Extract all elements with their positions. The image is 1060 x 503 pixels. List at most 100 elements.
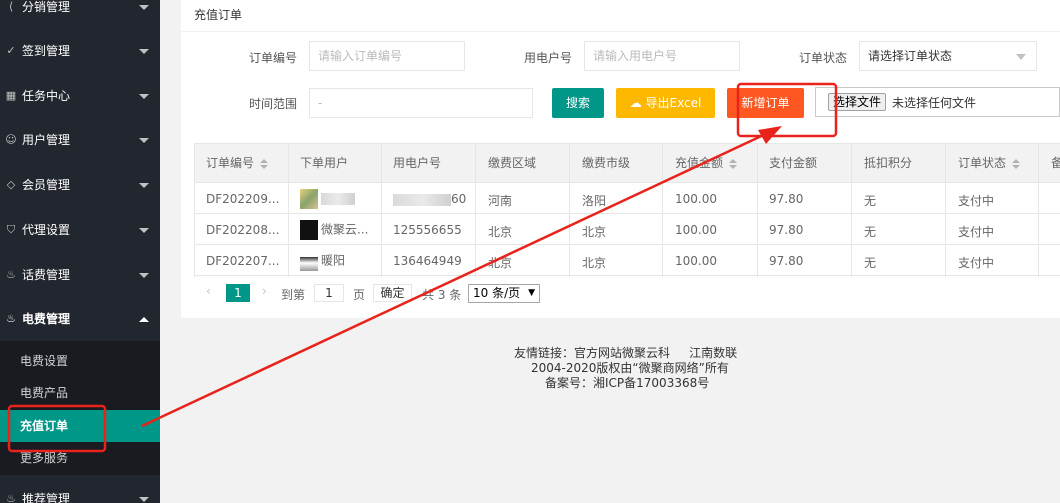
column-header-status[interactable]: 订单状态 (958, 154, 1021, 171)
avatar (300, 251, 318, 271)
search-button[interactable]: 搜索 (552, 88, 604, 118)
user-icon: ☺ (5, 133, 17, 146)
footer-copyright: 2004-2020版权由“微聚商网络”所有 (531, 361, 729, 375)
sort-icon[interactable] (729, 158, 738, 169)
panel-title: 充值订单 (181, 0, 1060, 32)
table-divider (945, 143, 946, 277)
cell-status: 支付中 (958, 225, 995, 239)
sidebar-subitem-electricity-products[interactable]: 电费产品 (0, 377, 160, 409)
next-page-icon[interactable]: › (262, 284, 267, 298)
sidebar-subitem-recharge-orders[interactable]: 充值订单 (0, 410, 160, 442)
sidebar-item-recommend[interactable]: ♨ 推荐管理 (0, 476, 160, 503)
status-select-value: 请选择订单状态 (868, 49, 953, 63)
sidebar-item-electricity[interactable]: ♨ 电费管理 (0, 296, 160, 341)
user-no-input[interactable]: 请输入用电户号 (584, 41, 740, 71)
fire-icon: ♨ (6, 312, 16, 325)
table-divider (1038, 143, 1039, 277)
column-header-paid: 支付金额 (769, 156, 818, 170)
status-select[interactable]: 请选择订单状态 (859, 41, 1037, 71)
user-no-label: 用电户号 (523, 51, 572, 65)
chevron-down-icon (139, 496, 149, 502)
order-no-input[interactable]: 请输入订单编号 (309, 41, 465, 71)
current-page[interactable]: 1 (226, 284, 250, 302)
column-header-user-no: 用电户号 (393, 156, 442, 170)
cell-user (300, 189, 355, 209)
time-range-input[interactable]: - (309, 88, 533, 118)
goto-suffix: 页 (353, 288, 366, 302)
cell-recharge: 100.00 (675, 254, 717, 268)
export-excel-button[interactable]: ☁ 导出Excel (616, 88, 715, 118)
cell-order-no: DF202208... (206, 223, 280, 237)
avatar (300, 189, 318, 209)
footer-links: 友情链接：官方网站微聚云科 江南数联 (514, 346, 738, 360)
diamond-icon: ◇ (6, 178, 16, 191)
sidebar-item-label: 用户管理 (22, 133, 71, 147)
sidebar-submenu: 电费设置 电费产品 充值订单 更多服务 (0, 341, 160, 475)
goto-prefix: 到第 (281, 288, 306, 302)
footer-icp: 备案号：湘ICP备17003368号 (545, 376, 710, 390)
sidebar-item-tasks[interactable]: ▦ 任务中心 (0, 73, 160, 118)
prev-page-icon[interactable]: ‹ (206, 284, 211, 298)
share-icon: ⟨ (8, 0, 14, 13)
grid-icon: ▦ (5, 89, 17, 102)
chevron-down-icon: ▼ (528, 288, 535, 298)
sidebar-item-label: 推荐管理 (22, 492, 71, 503)
sidebar-item-label: 会员管理 (22, 178, 71, 192)
goto-confirm-button[interactable]: 确定 (373, 284, 412, 302)
export-excel-label: 导出Excel (645, 96, 702, 110)
column-header-points: 抵扣积分 (864, 156, 913, 170)
sidebar-item-members[interactable]: ◇ 会员管理 (0, 162, 160, 207)
page-size-select[interactable]: 10 条/页 ▼ (468, 284, 540, 303)
file-picker[interactable]: 选择文件 未选择任何文件 (815, 87, 1060, 117)
time-range-label: 时间范围 (248, 97, 297, 111)
table-divider (381, 143, 382, 277)
fire-icon: ♨ (6, 492, 16, 503)
chevron-up-icon (139, 316, 149, 322)
sidebar-subitem-more-services[interactable]: 更多服务 (0, 442, 160, 474)
sidebar-item-label: 分销管理 (22, 0, 71, 14)
table-divider (288, 143, 289, 277)
sidebar-item-agents[interactable]: ⛉ 代理设置 (0, 207, 160, 252)
sidebar-item-label: 代理设置 (22, 223, 71, 237)
column-header-user: 下单用户 (300, 156, 349, 170)
footer: 友情链接：官方网站微聚云科 江南数联 2004-2020版权由“微聚商网络”所有… (160, 346, 1060, 391)
column-header-order-no[interactable]: 订单编号 (206, 154, 269, 171)
goto-page-input[interactable]: 1 (314, 284, 344, 302)
sidebar-item-distribution[interactable]: ⟨ 分销管理 (0, 0, 160, 29)
sidebar-item-label: 任务中心 (22, 89, 71, 103)
total-count: 共 3 条 (422, 288, 462, 302)
table-divider (662, 143, 663, 277)
sidebar-item-checkin[interactable]: ✓ 签到管理 (0, 28, 160, 73)
cell-user-no: 60 (393, 192, 466, 206)
sort-icon[interactable] (1012, 158, 1021, 169)
sidebar-item-label: 电费管理 (22, 312, 71, 326)
fire-icon: ♨ (6, 268, 16, 281)
column-header-region: 缴费区域 (488, 156, 537, 170)
cell-status: 支付中 (958, 256, 995, 270)
sidebar-item-users[interactable]: ☺ 用户管理 (0, 117, 160, 162)
redacted-text (321, 193, 355, 205)
table-divider (851, 143, 852, 277)
choose-file-button[interactable]: 选择文件 (828, 93, 887, 111)
column-header-remark: 备 (1051, 156, 1060, 170)
status-label: 订单状态 (798, 51, 847, 65)
chevron-down-icon (139, 137, 149, 143)
sidebar-item-label: 签到管理 (22, 44, 71, 58)
cell-user: 微聚云... (300, 220, 368, 240)
chevron-down-icon (139, 48, 149, 54)
cell-region: 北京 (488, 256, 513, 270)
sidebar-subitem-electricity-settings[interactable]: 电费设置 (0, 345, 160, 377)
sort-icon[interactable] (260, 158, 269, 169)
cell-order-no: DF202209... (206, 192, 280, 206)
sidebar-item-phone-bill[interactable]: ♨ 话费管理 (0, 252, 160, 297)
table-divider (757, 143, 758, 277)
chevron-down-icon (1016, 54, 1026, 60)
chevron-down-icon (139, 182, 149, 188)
cell-order-no: DF202207... (206, 254, 280, 268)
cell-paid: 97.80 (769, 223, 804, 237)
cell-points: 无 (864, 256, 877, 270)
column-header-recharge[interactable]: 充值金额 (675, 154, 738, 171)
add-order-button[interactable]: 新增订单 (727, 88, 804, 118)
chevron-down-icon (139, 4, 149, 10)
sidebar-item-label: 话费管理 (22, 268, 71, 282)
